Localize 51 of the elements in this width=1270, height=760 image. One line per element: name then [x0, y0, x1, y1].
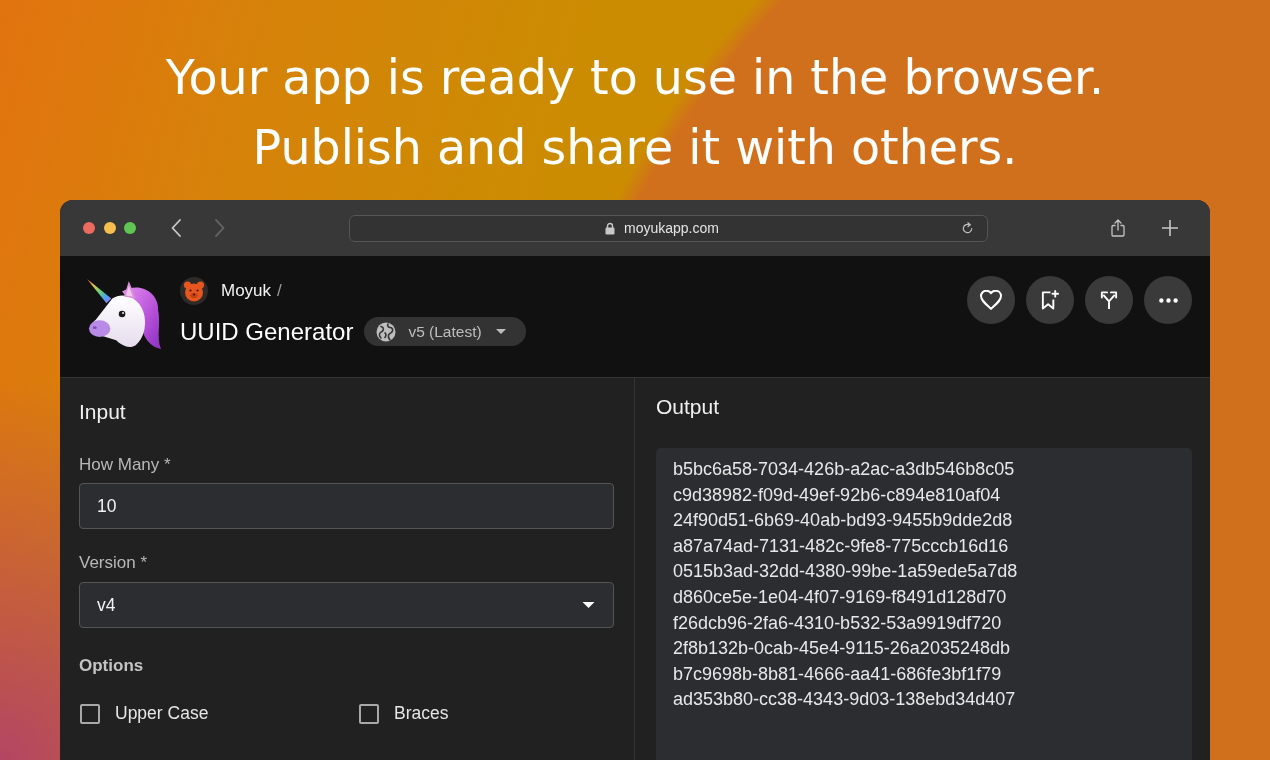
checkbox[interactable] — [80, 703, 100, 724]
panel-heading: Input — [79, 400, 127, 424]
uuid-line: c9d38982-f09d-49ef-92b6-c894e810af04 — [673, 483, 1002, 507]
headline-text: Your app is ready to use in the browser. — [165, 49, 1105, 107]
favorite-button[interactable] — [967, 276, 1015, 324]
options-heading: Options — [79, 656, 145, 676]
share-icon[interactable] — [1111, 219, 1125, 237]
version-dropdown[interactable]: v5 (Latest) — [364, 317, 526, 346]
more-icon — [1158, 297, 1178, 303]
uuid-line: f26dcb96-2fa6-4310-b532-53a9919df720 — [673, 611, 1003, 635]
lock-icon — [605, 221, 616, 235]
checkbox[interactable] — [359, 703, 379, 724]
chevron-left-icon — [171, 219, 181, 237]
uuid-line: a87a74ad-7131-482c-9fe8-775cccb16d16 — [673, 534, 1010, 558]
breadcrumb-separator: / — [277, 281, 282, 301]
chevron-right-icon — [215, 219, 225, 237]
caret-icon — [495, 329, 506, 334]
more-button[interactable] — [1144, 276, 1192, 324]
uuid-line: b5bc6a58-7034-426b-a2ac-a3db546b8c05 — [673, 458, 1016, 481]
globe-icon — [376, 321, 397, 342]
number-input-field[interactable]: 10 — [79, 483, 614, 529]
unicorn-icon — [85, 277, 163, 351]
headline-text: Publish and share it with others. — [252, 119, 1018, 177]
window-close-icon[interactable] — [83, 222, 95, 234]
field-label: Version * — [79, 553, 149, 573]
checkbox-label[interactable]: Braces — [394, 703, 449, 724]
fork-button[interactable] — [1085, 276, 1133, 324]
heart-icon — [980, 290, 1002, 310]
url-text: moyukapp.com — [624, 220, 719, 236]
address-bar[interactable]: moyukapp.com — [349, 214, 988, 242]
panel-heading: Output — [656, 395, 721, 419]
field-label: How Many * — [79, 455, 172, 475]
caret-icon — [582, 602, 595, 608]
bookmark-button[interactable] — [1026, 276, 1074, 324]
checkbox-label[interactable]: Upper Case — [115, 703, 209, 724]
owner-link[interactable]: Moyuk — [221, 281, 272, 301]
uuid-line: 2f8b132b-0cab-45e4-9115-26a2035248db — [673, 637, 1011, 661]
app-title: UUID Generator — [180, 317, 354, 346]
bookmark-plus-icon — [1039, 290, 1061, 310]
uuid-line: b7c9698b-8b81-4666-aa41-686fe3bf1f79 — [673, 662, 1003, 686]
window-zoom-icon[interactable] — [124, 222, 136, 234]
uuid-line: 24f90d51-6b69-40ab-bd93-9455b9dde2d8 — [673, 509, 1014, 533]
reload-icon[interactable] — [961, 221, 974, 235]
uuid-line: 0515b3ad-32dd-4380-99be-1a59ede5a7d8 — [673, 560, 1019, 584]
bear-avatar-icon[interactable] — [180, 277, 208, 305]
version-select[interactable]: v4 — [79, 582, 614, 628]
uuid-line: d860ce5e-1e04-4f07-9169-f8491d128d70 — [673, 585, 1008, 609]
plus-icon[interactable] — [1162, 220, 1178, 236]
window-minimize-icon[interactable] — [103, 222, 116, 234]
fork-arrows-icon — [1098, 290, 1120, 310]
uuid-line: ad353b80-cc38-4343-9d03-138ebd34d407 — [673, 688, 1017, 712]
